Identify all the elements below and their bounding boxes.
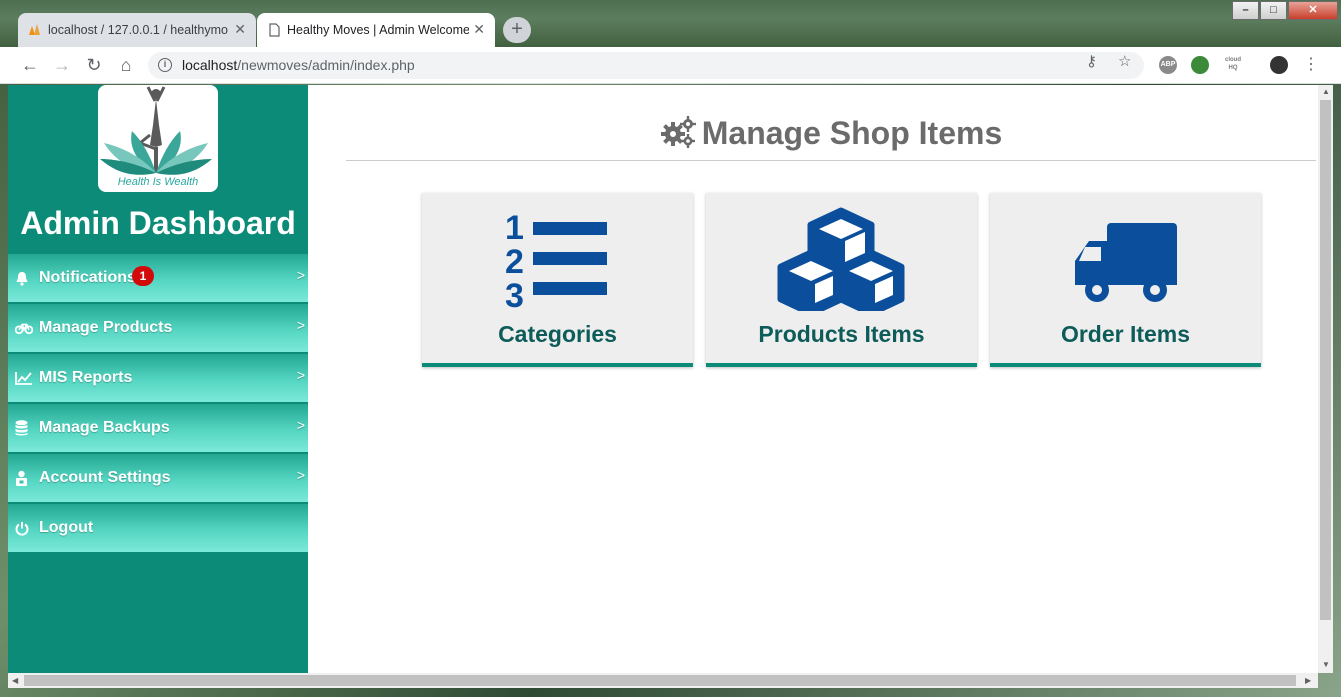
sidebar-item-label: MIS Reports	[39, 369, 133, 386]
tab-phpmyadmin[interactable]: localhost / 127.0.0.1 / healthymo ✕	[18, 13, 256, 47]
logo-text: Health Is Wealth	[117, 176, 199, 188]
chevron-right-icon: >	[296, 417, 305, 433]
products-items-card[interactable]: Products Items	[706, 193, 977, 367]
sidebar-item-manage-products[interactable]: Manage Products >	[8, 304, 308, 354]
truck-icon	[990, 207, 1261, 307]
bookmark-star-icon[interactable]: ☆	[1118, 52, 1131, 70]
tab-admin-welcome[interactable]: Healthy Moves | Admin Welcome ✕	[257, 13, 495, 47]
page-title: Manage Shop Items	[346, 115, 1316, 161]
bicycle-icon	[15, 320, 33, 336]
minimize-button[interactable]: –	[1232, 1, 1259, 20]
chevron-right-icon: >	[296, 367, 305, 383]
sidebar-item-logout[interactable]: Logout	[8, 504, 308, 554]
tab-strip: localhost / 127.0.0.1 / healthymo ✕ Heal…	[0, 0, 1341, 47]
browser-window: localhost / 127.0.0.1 / healthymo ✕ Heal…	[0, 0, 1341, 697]
back-arrow-icon[interactable]: ←	[18, 53, 42, 77]
main-content: Manage Shop Items 1 2 3 Categories Produ…	[308, 85, 1318, 673]
logo: Health Is Wealth	[98, 85, 218, 192]
horizontal-scrollbar[interactable]: ◀ ▶	[8, 673, 1318, 688]
horizontal-scroll-thumb[interactable]	[24, 675, 1296, 686]
tab-title: Healthy Moves | Admin Welcome	[287, 23, 469, 37]
user-lock-icon	[15, 470, 33, 486]
database-icon	[15, 420, 33, 436]
card-label: Order Items	[1060, 321, 1191, 347]
home-icon[interactable]: ⌂	[114, 53, 138, 77]
scroll-left-icon[interactable]: ◀	[12, 676, 18, 685]
adblock-extension-icon[interactable]: ABP	[1159, 56, 1177, 74]
sidebar-item-mis-reports[interactable]: MIS Reports >	[8, 354, 308, 404]
notification-badge: 1	[132, 266, 154, 286]
scroll-right-icon[interactable]: ▶	[1305, 676, 1311, 685]
categories-card[interactable]: 1 2 3 Categories	[422, 193, 693, 367]
page-viewport: Health Is Wealth Admin Dashboard Notific…	[8, 85, 1318, 673]
tab-title: localhost / 127.0.0.1 / healthymo	[48, 23, 228, 37]
card-label: Products Items	[758, 321, 925, 347]
order-items-card[interactable]: Order Items	[990, 193, 1261, 367]
url-host: localhost	[182, 57, 238, 73]
profile-avatar[interactable]	[1270, 56, 1288, 74]
reload-icon[interactable]: ↻	[82, 53, 106, 77]
page-icon	[269, 23, 280, 37]
sidebar-item-label: Logout	[39, 519, 94, 536]
close-tab-icon[interactable]: ✕	[234, 21, 246, 38]
url-path: /newmoves/admin/index.php	[237, 57, 415, 73]
globe-extension-icon[interactable]	[1191, 56, 1209, 74]
close-tab-icon[interactable]: ✕	[473, 21, 485, 38]
sidebar-item-label: Manage Backups	[39, 419, 170, 436]
scroll-down-icon[interactable]: ▼	[1322, 660, 1330, 669]
vertical-scroll-thumb[interactable]	[1320, 100, 1331, 620]
address-bar[interactable]: i localhost/newmoves/admin/index.php	[148, 52, 1144, 79]
cubes-icon	[706, 207, 977, 311]
forward-arrow-icon[interactable]: →	[50, 53, 74, 77]
page-title-text: Manage Shop Items	[701, 115, 1003, 151]
card-label: Categories	[498, 321, 617, 347]
gears-icon	[660, 116, 696, 156]
chevron-right-icon: >	[296, 317, 305, 333]
bell-icon	[15, 270, 33, 286]
sidebar-item-account-settings[interactable]: Account Settings >	[8, 454, 308, 504]
new-tab-button[interactable]: +	[503, 17, 531, 43]
sidebar-item-label: Notifications	[39, 269, 136, 286]
close-window-button[interactable]: ✕	[1288, 1, 1338, 20]
line-chart-icon	[15, 370, 33, 386]
cloudhq-extension-icon[interactable]: cloud HQ	[1221, 56, 1245, 74]
phpmyadmin-icon	[29, 24, 40, 35]
maximize-button[interactable]: □	[1260, 1, 1287, 20]
chevron-right-icon: >	[296, 267, 305, 283]
sidebar-item-label: Account Settings	[39, 469, 171, 486]
svg-text:1: 1	[505, 209, 524, 247]
sidebar-menu: Notifications 1 > Manage Products > MIS …	[8, 254, 308, 554]
sidebar-item-manage-backups[interactable]: Manage Backups >	[8, 404, 308, 454]
power-icon	[15, 520, 33, 536]
vertical-scrollbar[interactable]: ▲ ▼	[1318, 85, 1333, 673]
info-icon[interactable]: i	[158, 58, 172, 72]
svg-text:2: 2	[505, 243, 524, 281]
key-icon[interactable]: ⚷	[1086, 52, 1097, 70]
dashboard-title: Admin Dashboard	[20, 205, 296, 241]
sidebar-item-label: Manage Products	[39, 319, 173, 336]
chevron-right-icon: >	[296, 467, 305, 483]
browser-toolbar: ← → ↻ ⌂ i localhost/newmoves/admin/index…	[0, 47, 1341, 84]
svg-text:3: 3	[505, 277, 524, 315]
numbered-list-icon: 1 2 3	[422, 207, 693, 315]
scroll-up-icon[interactable]: ▲	[1322, 87, 1330, 96]
sidebar-item-notifications[interactable]: Notifications 1 >	[8, 254, 308, 304]
menu-dots-icon[interactable]: ⋮	[1299, 53, 1323, 77]
sidebar: Health Is Wealth Admin Dashboard Notific…	[8, 85, 308, 673]
